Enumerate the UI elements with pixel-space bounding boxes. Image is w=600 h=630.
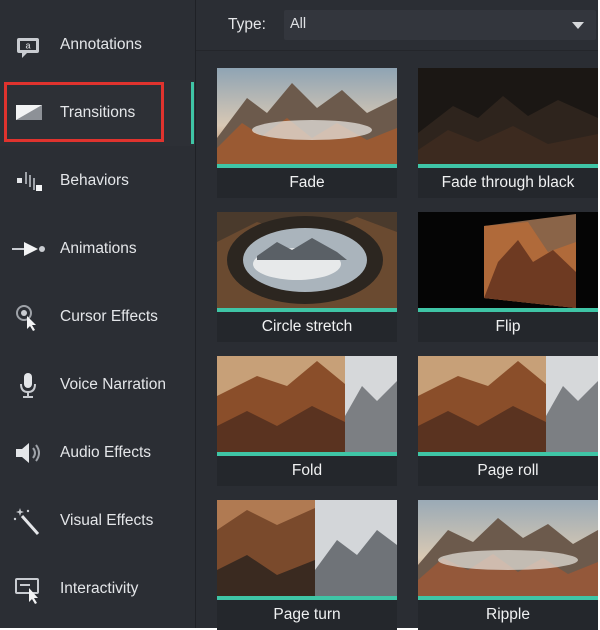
sidebar-item-voice-narration[interactable]: Voice Narration — [0, 352, 195, 418]
transition-tile-circle-stretch[interactable]: Circle stretch — [217, 212, 397, 342]
sidebar-item-label: Animations — [60, 240, 137, 257]
page-turn-thumbnail — [217, 500, 397, 596]
sidebar-item-cursor-effects[interactable]: Cursor Effects — [0, 284, 195, 350]
speaker-icon — [16, 443, 40, 463]
transition-tile-fade[interactable]: Fade — [217, 68, 397, 198]
transition-name: Fade — [289, 174, 325, 191]
sidebar-item-label: Cursor Effects — [60, 308, 158, 325]
transition-tile-page-turn[interactable]: Page turn — [217, 500, 397, 630]
active-indicator — [191, 82, 194, 144]
sidebar-item-label: Voice Narration — [60, 376, 166, 393]
tile-accent — [217, 596, 397, 600]
tile-accent — [418, 164, 598, 168]
sidebar-item-label: Behaviors — [60, 172, 129, 189]
tile-accent — [217, 452, 397, 456]
sidebar-item-label: Visual Effects — [60, 512, 154, 529]
tile-accent — [418, 308, 598, 312]
sidebar-item-label: Audio Effects — [60, 444, 152, 461]
type-filter-label: Type: — [228, 16, 266, 33]
sidebar-item-behaviors[interactable]: Behaviors — [0, 148, 195, 214]
transition-tile-flip[interactable]: Flip — [418, 212, 598, 342]
sidebar-item-label: Annotations — [60, 36, 142, 53]
fold-thumbnail — [217, 356, 397, 452]
transition-tile-ripple[interactable]: Ripple — [418, 500, 598, 630]
transition-tile-page-roll[interactable]: Page roll — [418, 356, 598, 486]
transitions-library: Type: All Fade Fade through black Circle… — [196, 0, 598, 630]
cursor-effects-icon — [16, 305, 36, 331]
circle-stretch-thumbnail — [217, 212, 397, 308]
transition-name: Circle stretch — [261, 318, 353, 335]
sidebar-item-animations[interactable]: Animations — [0, 216, 195, 282]
transition-name: Flip — [495, 318, 521, 335]
library-panel: a Annotations Transitions Behaviors Anim… — [0, 0, 598, 630]
transition-name: Page turn — [273, 606, 341, 623]
microphone-icon — [20, 373, 36, 398]
fade-thumbnail — [217, 68, 397, 164]
tile-accent — [418, 452, 598, 456]
animations-icon — [12, 242, 45, 256]
ripple-thumbnail — [418, 500, 598, 596]
tools-sidebar: a Annotations Transitions Behaviors Anim… — [0, 0, 196, 628]
sidebar-item-interactivity[interactable]: Interactivity — [0, 556, 195, 622]
page-roll-thumbnail — [418, 356, 598, 452]
tile-accent — [217, 164, 397, 168]
sidebar-item-audio-effects[interactable]: Audio Effects — [0, 420, 195, 486]
interactivity-icon — [15, 578, 39, 604]
chevron-down-icon — [572, 22, 584, 29]
transition-tile-fold[interactable]: Fold — [217, 356, 397, 486]
transition-name: Ripple — [486, 606, 530, 623]
magic-wand-icon — [13, 508, 40, 535]
transition-tile-fade-through-black[interactable]: Fade through black — [418, 68, 598, 198]
sidebar-item-annotations[interactable]: a Annotations — [0, 12, 195, 78]
svg-text:a: a — [25, 41, 30, 51]
behaviors-icon — [17, 172, 42, 191]
transition-name: Page roll — [477, 462, 539, 479]
filter-bar: Type: All — [196, 0, 598, 51]
transition-name: Fade through black — [441, 174, 575, 191]
tile-accent — [418, 596, 598, 600]
fade-through-black-thumbnail — [418, 68, 598, 164]
type-filter-value: All — [290, 16, 307, 32]
sidebar-item-label: Interactivity — [60, 580, 139, 597]
transition-name: Fold — [291, 462, 323, 479]
sidebar-item-visual-effects[interactable]: Visual Effects — [0, 488, 195, 554]
annotation-icon: a — [17, 38, 39, 58]
type-filter-dropdown[interactable]: All — [284, 10, 596, 40]
selection-highlight — [4, 82, 164, 142]
flip-thumbnail — [418, 212, 598, 308]
tile-accent — [217, 308, 397, 312]
